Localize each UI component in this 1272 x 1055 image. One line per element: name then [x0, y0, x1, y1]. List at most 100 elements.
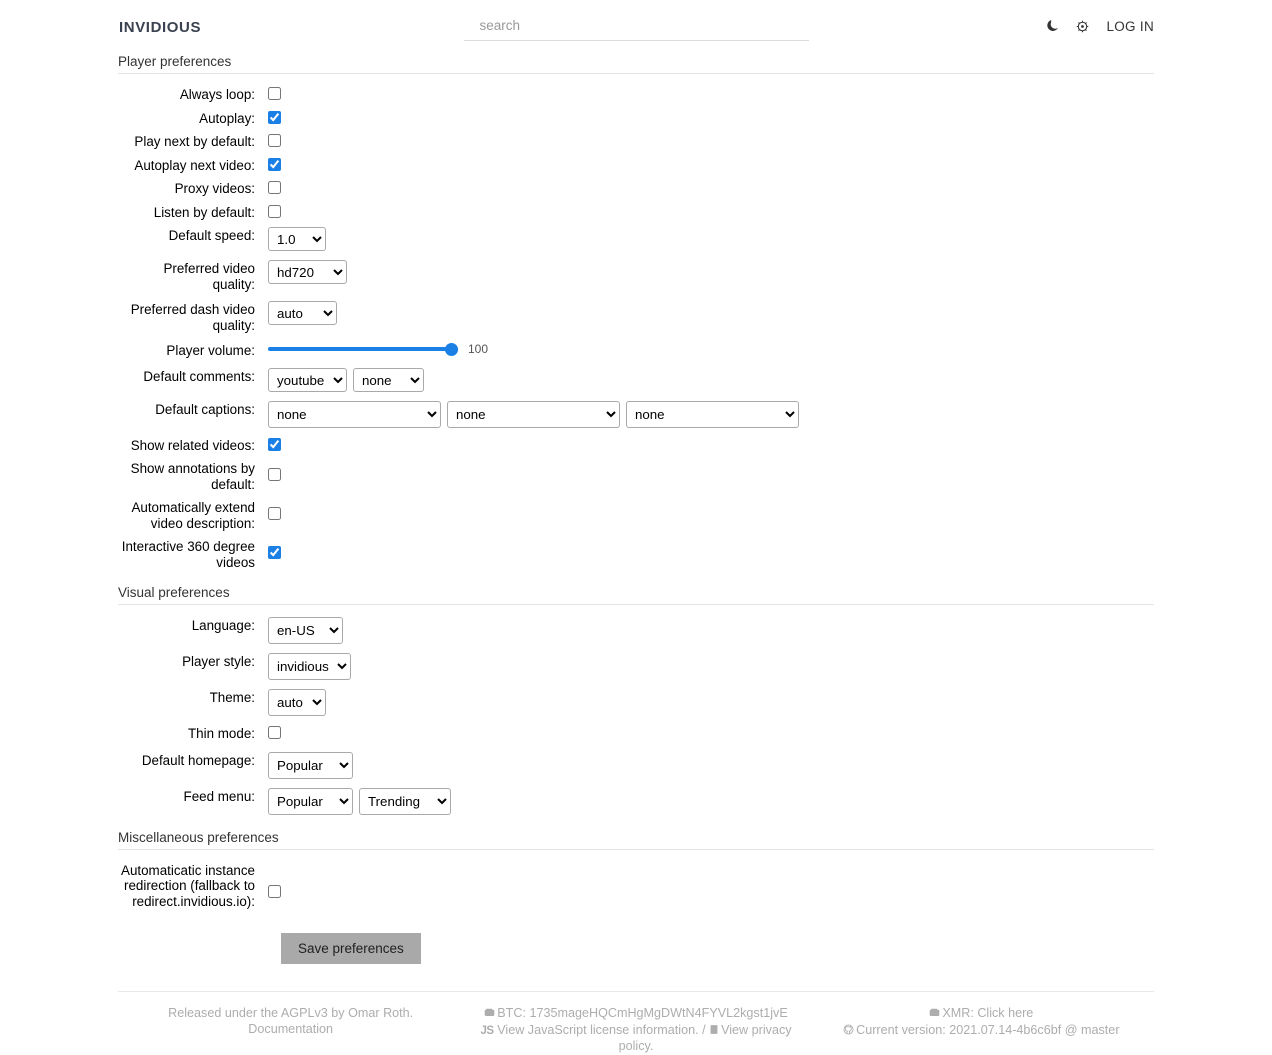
select-preferred-quality[interactable]: hd720: [268, 260, 347, 284]
checkbox-auto-redirect[interactable]: [268, 884, 281, 898]
navbar: INVIDIOUS LOG IN: [0, 0, 1272, 54]
label-autoplay: Autoplay:: [199, 110, 255, 126]
label-proxy-videos: Proxy videos:: [174, 181, 255, 196]
search-form: [463, 15, 809, 41]
pref-row-default-homepage: Default homepage: Popular: [118, 751, 1154, 779]
label-feed-menu: Feed menu:: [183, 788, 255, 804]
label-default-captions: Default captions:: [155, 401, 255, 417]
navbar-right: LOG IN: [902, 14, 1254, 34]
select-player-style[interactable]: invidious: [268, 653, 351, 680]
label-default-comments: Default comments:: [143, 368, 255, 384]
pref-row-preferred-dash-quality: Preferred dash video quality: auto: [118, 301, 1154, 333]
documentation-link[interactable]: Documentation: [248, 1022, 333, 1036]
monero-wallet-icon: [929, 1007, 940, 1023]
label-thin-mode: Thin mode:: [188, 726, 255, 741]
pref-row-show-related: Show related videos:: [118, 437, 1154, 454]
label-show-related: Show related videos:: [130, 437, 255, 453]
pref-row-listen-default: Listen by default:: [118, 204, 1154, 221]
checkbox-interactive-360[interactable]: [268, 546, 281, 559]
navbar-left: INVIDIOUS: [18, 14, 370, 37]
checkbox-proxy-videos[interactable]: [268, 181, 281, 194]
label-autoplay-next: Autoplay next video:: [134, 157, 255, 173]
pref-row-default-captions: Default captions: none none none: [118, 400, 1154, 428]
pref-row-player-style: Player style: invidious: [118, 653, 1154, 680]
checkbox-thin-mode[interactable]: [268, 726, 281, 739]
footer: Released under the AGPLv3 by Omar Roth. …: [118, 991, 1154, 1055]
checkbox-always-loop[interactable]: [268, 87, 281, 100]
pref-row-autoplay-next: Autoplay next video:: [118, 157, 1154, 174]
pref-row-default-speed: Default speed: 1.0: [118, 227, 1154, 251]
label-player-style: Player style:: [182, 654, 255, 669]
label-play-next: Play next by default:: [134, 134, 255, 149]
preferences-page: Player preferences Always loop: Autoplay…: [0, 54, 1272, 1055]
js-license-link[interactable]: View JavaScript license information.: [497, 1023, 698, 1037]
checkbox-autoplay-next[interactable]: [268, 157, 281, 171]
footer-license-text: Released under the AGPLv3 by Omar Roth.: [168, 1006, 414, 1020]
pref-row-auto-redirect: Automaticatic instance redirection (fall…: [118, 862, 1154, 910]
checkbox-show-related[interactable]: [268, 437, 281, 451]
checkbox-listen-default[interactable]: [268, 204, 281, 218]
footer-right: XMR: Click here Current version: 2021.07…: [809, 1006, 1154, 1055]
label-interactive-360: Interactive 360 degree videos: [121, 539, 255, 570]
pref-row-feed-menu: Feed menu: Popular Trending: [118, 787, 1154, 815]
select-default-homepage[interactable]: Popular: [268, 751, 353, 779]
select-default-captions-1[interactable]: none: [268, 400, 441, 428]
pref-row-default-comments: Default comments: youtube none: [118, 367, 1154, 392]
checkbox-extend-description[interactable]: [268, 507, 281, 520]
js-badge: JS: [480, 1024, 494, 1037]
label-theme: Theme:: [209, 690, 255, 705]
label-preferred-dash-quality: Preferred dash video quality:: [130, 302, 255, 333]
select-theme[interactable]: auto: [268, 689, 326, 716]
select-default-captions-3[interactable]: none: [626, 400, 799, 428]
section-header-visual: Visual preferences: [118, 585, 1154, 605]
section-header-player: Player preferences: [118, 54, 1154, 74]
pref-row-show-annotations: Show annotations by default:: [118, 460, 1154, 492]
footer-center: BTC: 1735mageHQCmHgMgDWtN4FYVL2kgst1jvE …: [463, 1006, 808, 1055]
pref-row-proxy-videos: Proxy videos:: [118, 180, 1154, 197]
search-input[interactable]: [463, 15, 809, 41]
select-preferred-dash-quality[interactable]: auto: [268, 301, 337, 325]
label-auto-redirect: Automaticatic instance redirection (fall…: [121, 862, 255, 909]
gear-icon[interactable]: [1074, 18, 1090, 34]
save-row: Save preferences: [118, 933, 1154, 964]
pref-row-autoplay: Autoplay:: [118, 110, 1154, 127]
slider-player-volume[interactable]: [268, 347, 458, 351]
pref-row-play-next: Play next by default:: [118, 133, 1154, 150]
pref-row-always-loop: Always loop:: [118, 86, 1154, 103]
player-volume-value: 100: [468, 342, 489, 356]
pref-row-language: Language: en-US: [118, 617, 1154, 644]
label-preferred-quality: Preferred video quality:: [163, 261, 255, 292]
label-default-homepage: Default homepage:: [141, 752, 255, 768]
select-default-speed[interactable]: 1.0: [268, 227, 326, 251]
pref-row-theme: Theme: auto: [118, 689, 1154, 716]
brand-logo[interactable]: INVIDIOUS: [119, 19, 201, 36]
select-feed-menu-1[interactable]: Popular: [268, 787, 353, 815]
xmr-link[interactable]: Click here: [977, 1006, 1033, 1020]
select-default-comments-1[interactable]: youtube: [268, 367, 347, 392]
pref-row-player-volume: Player volume: 100: [118, 342, 1154, 359]
pref-row-thin-mode: Thin mode:: [118, 725, 1154, 742]
footer-separator: /: [702, 1022, 706, 1037]
xmr-label: XMR:: [942, 1006, 974, 1020]
select-default-comments-2[interactable]: none: [353, 367, 424, 392]
login-link[interactable]: LOG IN: [1104, 19, 1154, 34]
save-preferences-button[interactable]: Save preferences: [281, 933, 421, 964]
document-icon: [709, 1024, 719, 1040]
label-extend-description: Automatically extend video description:: [131, 500, 255, 531]
select-default-captions-2[interactable]: none: [447, 400, 620, 428]
monero-wallet-icon: [484, 1007, 495, 1023]
label-always-loop: Always loop:: [179, 87, 255, 102]
checkbox-show-annotations[interactable]: [268, 468, 281, 481]
btc-address[interactable]: 1735mageHQCmHgMgDWtN4FYVL2kgst1jvE: [529, 1006, 787, 1020]
label-default-speed: Default speed:: [168, 228, 255, 243]
pref-row-interactive-360: Interactive 360 degree videos: [118, 538, 1154, 570]
checkbox-autoplay[interactable]: [268, 110, 281, 124]
label-listen-default: Listen by default:: [153, 204, 255, 220]
version-link[interactable]: Current version: 2021.07.14-4b6c6bf @ ma…: [856, 1023, 1119, 1037]
section-header-misc: Miscellaneous preferences: [118, 830, 1154, 850]
moon-icon[interactable]: [1044, 18, 1060, 34]
checkbox-play-next[interactable]: [268, 134, 281, 147]
label-player-volume: Player volume:: [166, 343, 255, 358]
select-language[interactable]: en-US: [268, 617, 343, 644]
select-feed-menu-2[interactable]: Trending: [359, 787, 451, 815]
